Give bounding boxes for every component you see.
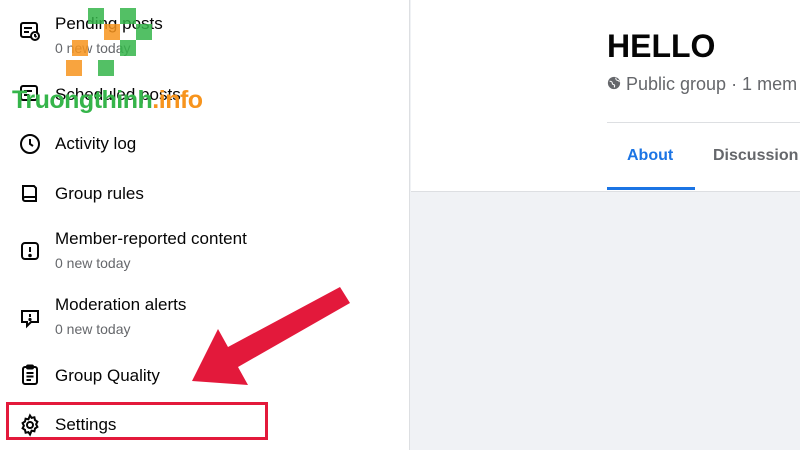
settings-highlight-box	[6, 402, 268, 440]
tab-discussion[interactable]: Discussion	[713, 147, 798, 165]
clipboard-icon	[17, 362, 43, 388]
sidebar-item-pending-posts[interactable]: Pending posts 0 new today	[0, 6, 410, 56]
group-privacy-meta: Public group · 1 mem	[607, 74, 797, 95]
sidebar-item-subtext: 0 new today	[55, 40, 131, 56]
alert-icon	[17, 238, 43, 264]
sidebar-item-scheduled-posts[interactable]: Scheduled posts	[0, 72, 410, 120]
sidebar-item-label: Member-reported content	[55, 229, 247, 248]
sidebar-item-label: Moderation alerts	[55, 295, 187, 314]
book-icon	[17, 181, 43, 207]
group-meta-text: Public group · 1 mem	[626, 74, 798, 94]
page-title: HELLO	[607, 28, 716, 64]
moderation-alert-icon	[17, 305, 43, 331]
sidebar-item-label: Pending posts	[55, 14, 163, 33]
sidebar-item-member-reported-content[interactable]: Member-reported content 0 new today	[0, 222, 410, 271]
pending-posts-icon	[17, 18, 43, 44]
sidebar-item-subtext: 0 new today	[55, 321, 131, 337]
clock-icon	[17, 131, 43, 157]
red-arrow-annotation	[192, 287, 350, 385]
scheduled-posts-icon	[17, 81, 43, 107]
sidebar-item-label: Group rules	[55, 184, 144, 203]
sidebar-item-label: Activity log	[55, 134, 137, 153]
header-divider	[607, 122, 800, 123]
globe-icon	[607, 74, 621, 95]
sidebar-item-activity-log[interactable]: Activity log	[0, 120, 410, 168]
sidebar-item-label: Group Quality	[55, 366, 160, 385]
sidebar-item-subtext: 0 new today	[55, 255, 131, 271]
sidebar-item-group-rules[interactable]: Group rules	[0, 170, 410, 218]
group-header: HELLO Public group · 1 mem About Discuss…	[411, 0, 800, 192]
sidebar-item-label: Scheduled posts	[55, 85, 181, 104]
tab-about[interactable]: About	[627, 147, 673, 165]
active-tab-indicator	[607, 187, 695, 190]
